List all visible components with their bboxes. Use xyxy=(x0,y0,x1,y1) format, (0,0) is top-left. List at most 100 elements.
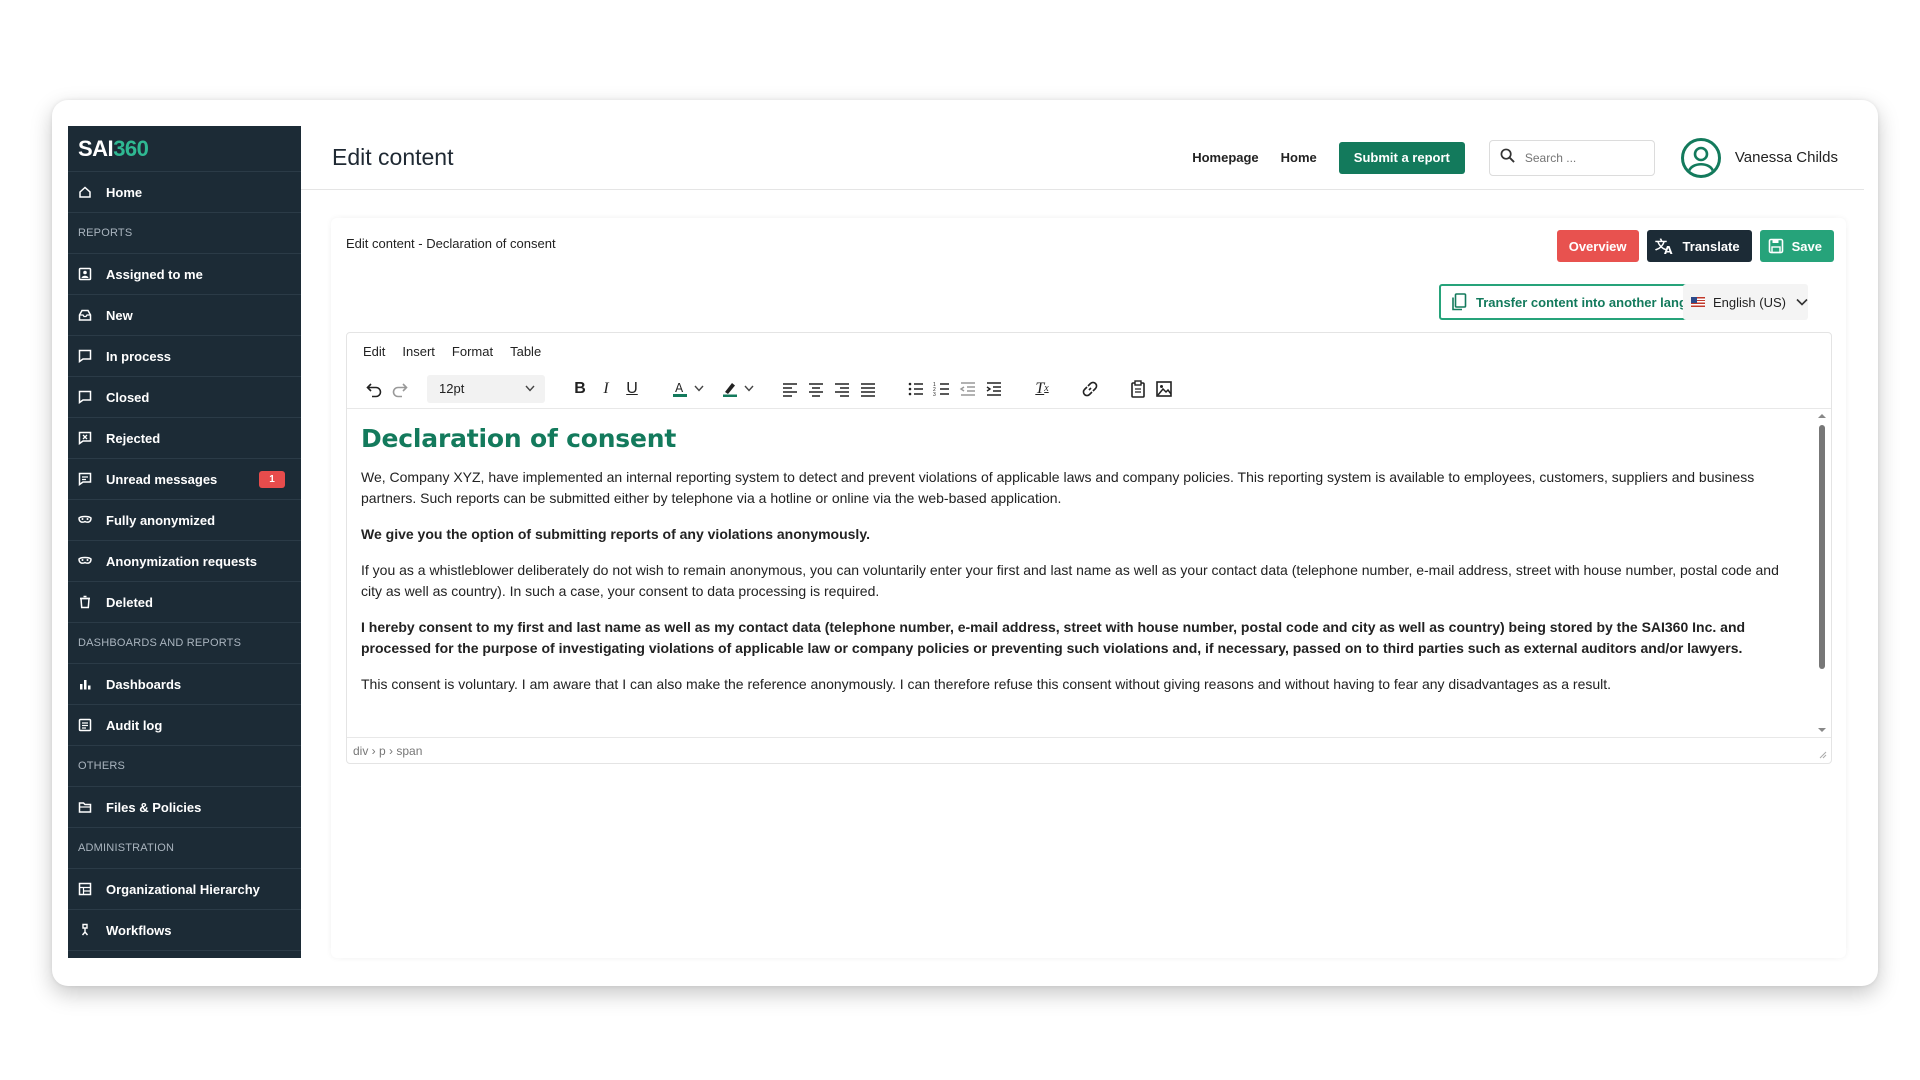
editor-scrollbar[interactable] xyxy=(1817,413,1827,733)
save-button[interactable]: Save xyxy=(1759,230,1834,262)
sidebar-item-label: Workflows xyxy=(106,922,172,938)
sidebar-item-audit-log[interactable]: Audit log xyxy=(68,705,301,746)
nav-homepage-link[interactable]: Homepage xyxy=(1192,150,1258,165)
outdent-icon[interactable] xyxy=(955,376,981,402)
sidebar-item-organizational-hierarchy[interactable]: Organizational Hierarchy xyxy=(68,869,301,910)
sidebar-item-label: Organizational Hierarchy xyxy=(106,881,260,897)
sidebar-item-label: In process xyxy=(106,348,172,364)
sidebar-item-label: Deleted xyxy=(106,594,153,610)
avatar[interactable] xyxy=(1680,137,1721,178)
chevron-down-icon[interactable] xyxy=(693,376,705,402)
menu-table[interactable]: Table xyxy=(510,344,541,359)
mask-icon xyxy=(78,554,92,568)
folder-icon xyxy=(78,800,92,814)
clear-formatting-icon[interactable]: Tx xyxy=(1029,376,1055,402)
image-icon[interactable] xyxy=(1151,376,1177,402)
sidebar-item-fully-anonymized[interactable]: Fully anonymized xyxy=(68,500,301,541)
log-icon xyxy=(78,718,92,732)
sidebar-item-workflows[interactable]: Workflows xyxy=(68,910,301,951)
logo[interactable]: SAI 360 xyxy=(68,126,301,172)
numbered-list-icon[interactable]: 123 xyxy=(929,376,955,402)
scroll-up-icon[interactable] xyxy=(1817,413,1827,419)
search-input[interactable] xyxy=(1524,150,1635,165)
assigned-icon xyxy=(78,267,92,281)
document-body: We, Company XYZ, have implemented an int… xyxy=(361,467,1801,695)
sidebar-item-rejected[interactable]: Rejected xyxy=(68,418,301,459)
breadcrumb: Edit content - Declaration of consent xyxy=(346,236,556,251)
editor-content[interactable]: Declaration of consent We, Company XYZ, … xyxy=(347,410,1813,733)
font-size-value: 12pt xyxy=(439,381,465,396)
sidebar-item-deleted[interactable]: Deleted xyxy=(68,582,301,623)
underline-icon[interactable]: U xyxy=(619,376,645,402)
sidebar-item-files-policies[interactable]: Files & Policies xyxy=(68,787,301,828)
text-color-icon[interactable]: A xyxy=(667,376,693,402)
font-size-select[interactable]: 12pt xyxy=(427,374,545,403)
us-flag-icon xyxy=(1691,297,1705,307)
chevron-down-icon[interactable] xyxy=(743,376,755,402)
menu-edit[interactable]: Edit xyxy=(363,344,385,359)
language-select[interactable]: English (US) xyxy=(1683,284,1808,320)
overview-label: Overview xyxy=(1568,238,1627,254)
sidebar-item-new[interactable]: New xyxy=(68,295,301,336)
align-left-icon[interactable] xyxy=(777,376,803,402)
scroll-thumb[interactable] xyxy=(1819,425,1825,669)
sidebar-item-anonymization-requests[interactable]: Anonymization requests xyxy=(68,541,301,582)
highlight-icon[interactable] xyxy=(717,376,743,402)
resize-handle-icon[interactable] xyxy=(1819,751,1827,759)
copy-icon xyxy=(1452,293,1467,311)
menu-insert[interactable]: Insert xyxy=(402,344,435,359)
language-value: English (US) xyxy=(1713,294,1786,310)
redo-icon[interactable] xyxy=(387,376,413,402)
sidebar-item-closed[interactable]: Closed xyxy=(68,377,301,418)
home-icon xyxy=(78,185,92,199)
transfer-label: Transfer content into another language xyxy=(1476,294,1718,310)
sidebar-item-dashboards[interactable]: Dashboards xyxy=(68,664,301,705)
sidebar-item-in-process[interactable]: In process xyxy=(68,336,301,377)
trash-icon xyxy=(78,595,92,609)
document-paragraph: This consent is voluntary. I am aware th… xyxy=(361,676,1612,692)
sidebar-list: Home REPORTS Assigned to me New In process Cl… xyxy=(68,172,301,951)
nav-home-link[interactable]: Home xyxy=(1281,150,1317,165)
sidebar-item-label: Assigned to me xyxy=(106,266,203,282)
sidebar-item-assigned-to-me[interactable]: Assigned to me xyxy=(68,254,301,295)
translate-label: Translate xyxy=(1682,238,1740,254)
overview-button[interactable]: Overview xyxy=(1556,230,1639,262)
rejected-icon xyxy=(78,431,92,445)
document-paragraph: We, Company XYZ, have implemented an int… xyxy=(361,469,1755,506)
italic-icon[interactable]: I xyxy=(593,376,619,402)
element-path[interactable]: div › p › span xyxy=(353,744,422,758)
align-justify-icon[interactable] xyxy=(855,376,881,402)
user-name[interactable]: Vanessa Childs xyxy=(1735,149,1838,166)
header-actions: Homepage Home Submit a report Vanessa Ch… xyxy=(1192,137,1838,178)
sidebar-item-label: Files & Policies xyxy=(106,799,202,815)
editor-status-bar: div › p › span xyxy=(347,737,1831,763)
chevron-down-icon xyxy=(525,385,535,392)
scroll-down-icon[interactable] xyxy=(1817,727,1827,733)
unread-count-badge: 1 xyxy=(259,470,285,488)
undo-icon[interactable] xyxy=(361,376,387,402)
sidebar-item-unread-messages[interactable]: Unread messages 1 xyxy=(68,459,301,500)
indent-icon[interactable] xyxy=(981,376,1007,402)
svg-text:3: 3 xyxy=(933,392,936,398)
chevron-down-icon xyxy=(1796,298,1808,306)
sidebar-item-label: New xyxy=(106,307,133,323)
submit-report-button[interactable]: Submit a report xyxy=(1338,141,1465,174)
message-icon xyxy=(78,472,92,486)
align-center-icon[interactable] xyxy=(803,376,829,402)
editor-toolbar: 12pt B I U A 123 T x xyxy=(347,369,1831,409)
hierarchy-icon xyxy=(78,882,92,896)
link-icon[interactable] xyxy=(1077,376,1103,402)
sidebar-item-label: Rejected xyxy=(106,430,161,446)
sidebar-item-label: Unread messages xyxy=(106,471,218,487)
editor-menubar: Edit Insert Format Table xyxy=(347,333,1831,369)
paste-icon[interactable] xyxy=(1125,376,1151,402)
search-box[interactable] xyxy=(1488,139,1655,176)
report-icon xyxy=(78,349,92,363)
bullet-list-icon[interactable] xyxy=(903,376,929,402)
sidebar-item-home[interactable]: Home xyxy=(68,172,301,213)
translate-button[interactable]: 文A Translate xyxy=(1646,230,1752,262)
bold-icon[interactable]: B xyxy=(567,376,593,402)
menu-format[interactable]: Format xyxy=(452,344,493,359)
sidebar-item-label: Audit log xyxy=(106,717,163,733)
align-right-icon[interactable] xyxy=(829,376,855,402)
